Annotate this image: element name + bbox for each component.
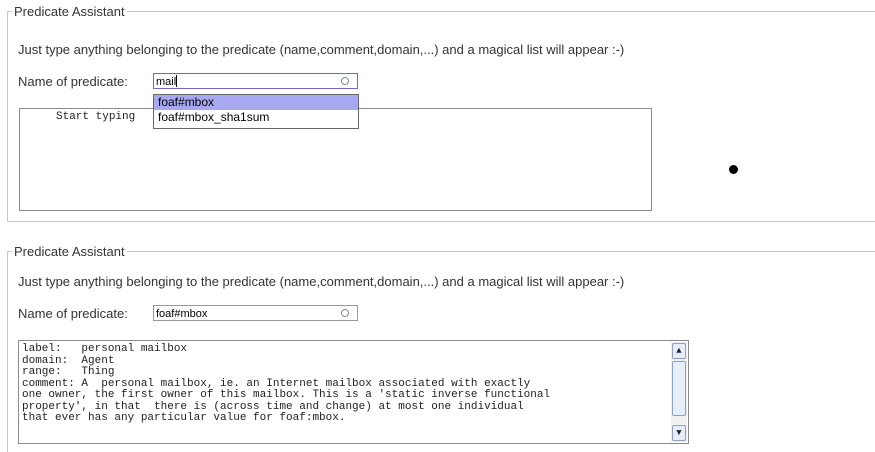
name-of-predicate-label: Name of predicate:	[18, 306, 128, 321]
dot-cursor-icon	[729, 165, 738, 174]
suggestion-item[interactable]: foaf#mbox	[154, 95, 358, 110]
circle-clear-icon[interactable]	[341, 77, 349, 85]
predicate-assistant-panel-top: Predicate Assistant Just type anything b…	[7, 4, 875, 222]
textbox-content: label: personal mailbox domain: Agent rang…	[22, 343, 666, 425]
suggestion-item[interactable]: foaf#mbox_sha1sum	[154, 110, 358, 125]
predicate-details-textbox[interactable]: label: personal mailbox domain: Agent rang…	[18, 340, 689, 444]
vertical-scrollbar[interactable]: ▲ ▼	[671, 342, 687, 442]
input-value: foaf#mbox	[156, 308, 208, 320]
intro-text: Just type anything belonging to the pred…	[18, 42, 625, 57]
panel-legend: Predicate Assistant	[12, 244, 127, 259]
circle-clear-icon[interactable]	[341, 309, 349, 317]
suggestion-dropdown[interactable]: foaf#mbox foaf#mbox_sha1sum	[153, 94, 359, 129]
textbox-line: label: personal mailbox	[22, 343, 188, 355]
predicate-name-input[interactable]: foaf#mbox	[153, 305, 358, 321]
textbox-line: domain: Agent	[22, 354, 115, 367]
textbox-line: that ever has any particular value for f…	[22, 412, 346, 424]
textbox-line: range: Thing	[22, 366, 115, 378]
predicate-assistant-panel-bottom: Predicate Assistant Just type anything b…	[7, 244, 875, 452]
intro-text: Just type anything belonging to the pred…	[18, 274, 625, 289]
name-of-predicate-label: Name of predicate:	[18, 74, 128, 89]
textbox-line: one owner, the first owner of this mailb…	[22, 389, 551, 401]
arrow-down-icon[interactable]: ▼	[672, 425, 686, 441]
panel-legend: Predicate Assistant	[12, 4, 127, 19]
text-caret	[176, 75, 178, 87]
arrow-up-icon[interactable]: ▲	[672, 343, 686, 359]
input-value: mail	[156, 76, 177, 88]
scrollbar-thumb[interactable]	[672, 361, 686, 416]
predicate-name-input[interactable]: mail	[153, 73, 358, 89]
